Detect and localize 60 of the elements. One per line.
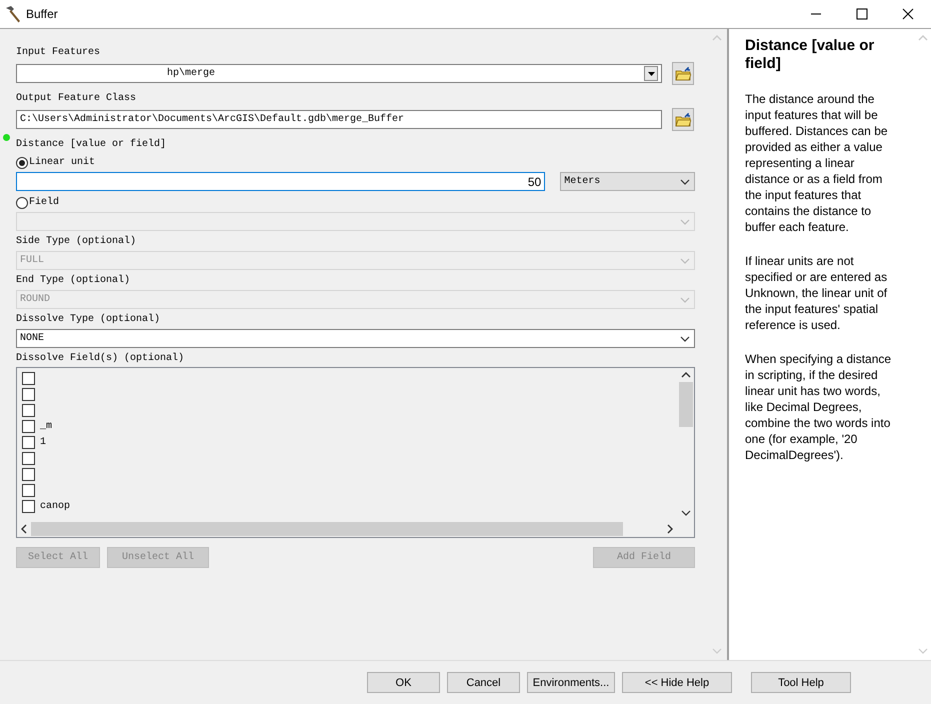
output-field[interactable]: C:\Users\Administrator\Documents\ArcGIS\Default.gdb\merge_Buffer bbox=[16, 110, 662, 129]
chevron-down-icon bbox=[680, 336, 690, 342]
dialog-button[interactable]: OK bbox=[367, 672, 440, 693]
chevron-down-icon bbox=[918, 648, 928, 654]
input-features-field[interactable]: hp\merge bbox=[16, 64, 662, 83]
checkbox[interactable] bbox=[22, 404, 35, 417]
field-label: Distance [value or field] bbox=[16, 139, 168, 151]
dropdown-arrow-icon bbox=[648, 72, 654, 76]
scrollbar-thumb[interactable] bbox=[31, 522, 623, 536]
field-name: canop bbox=[40, 501, 70, 512]
distance-field[interactable]: 50 bbox=[16, 172, 546, 191]
browse-button[interactable] bbox=[672, 62, 694, 85]
help-text: When specifying a distance in scripting, if the desired linear unit has two words, like Decimal Degrees, combine the two words into one (for example, '20 DecimalDegrees'). bbox=[745, 351, 892, 463]
browse-button[interactable] bbox=[672, 108, 694, 131]
radio-button[interactable] bbox=[16, 156, 28, 168]
dialog-button[interactable]: << Hide Help bbox=[622, 672, 732, 693]
maximize-icon bbox=[856, 8, 868, 20]
field-label: End Type (optional) bbox=[16, 275, 132, 287]
checkbox[interactable] bbox=[22, 436, 35, 449]
field-label: Side Type (optional) bbox=[16, 236, 138, 248]
help-text: The distance around the input features that will be buffered. Distances can be provided as either a value representing a linear distance or as a field from the input features that contains the distance to buffer each feature. bbox=[745, 91, 889, 235]
field-label: Input Features bbox=[16, 47, 102, 59]
checkbox[interactable] bbox=[22, 468, 35, 481]
checkbox[interactable] bbox=[22, 452, 35, 465]
field-label: Output Feature Class bbox=[16, 93, 138, 105]
chevron-right-icon[interactable] bbox=[667, 524, 673, 534]
scrollbar-thumb[interactable] bbox=[678, 382, 692, 427]
field-name: _m bbox=[40, 421, 52, 432]
field-dropdown[interactable] bbox=[16, 212, 695, 231]
field-label: Dissolve Field(s) (optional) bbox=[16, 353, 186, 365]
checkbox[interactable] bbox=[22, 388, 35, 401]
radio-label: Field bbox=[29, 197, 60, 208]
chevron-down-icon bbox=[680, 296, 690, 302]
chevron-down-icon bbox=[680, 510, 690, 516]
dropdown[interactable]: NONE bbox=[16, 329, 695, 348]
folder-icon bbox=[675, 66, 691, 80]
chevron-up-icon[interactable] bbox=[680, 372, 690, 378]
radio-label: Linear unit bbox=[29, 157, 96, 168]
window-title: Buffer bbox=[26, 7, 58, 21]
field-name: 1 bbox=[40, 437, 46, 448]
dialog-button[interactable]: Environments... bbox=[527, 672, 615, 693]
dialog-button[interactable]: Cancel bbox=[447, 672, 520, 693]
hammer-icon bbox=[4, 5, 22, 23]
unit-dropdown[interactable]: Meters bbox=[560, 172, 695, 191]
checkbox[interactable] bbox=[22, 420, 35, 433]
chevron-left-icon[interactable] bbox=[21, 524, 27, 534]
chevron-down-icon bbox=[680, 178, 690, 184]
dialog-button[interactable]: Tool Help bbox=[751, 672, 851, 693]
chevron-down-icon bbox=[712, 648, 722, 654]
field-label: Dissolve Type (optional) bbox=[16, 314, 162, 326]
checkbox[interactable] bbox=[22, 500, 35, 513]
checkbox[interactable] bbox=[22, 484, 35, 497]
folder-icon bbox=[675, 112, 691, 126]
checkbox[interactable] bbox=[22, 372, 35, 385]
close-icon bbox=[902, 8, 914, 20]
radio-button[interactable] bbox=[16, 196, 28, 208]
chevron-down-icon bbox=[680, 218, 690, 224]
help-title: Distance [value or field] bbox=[745, 37, 876, 73]
chevron-down-icon bbox=[680, 258, 690, 264]
help-text: If linear units are not specified or are entered as Unknown, the linear unit of the input features' spatial reference is used. bbox=[745, 253, 888, 333]
